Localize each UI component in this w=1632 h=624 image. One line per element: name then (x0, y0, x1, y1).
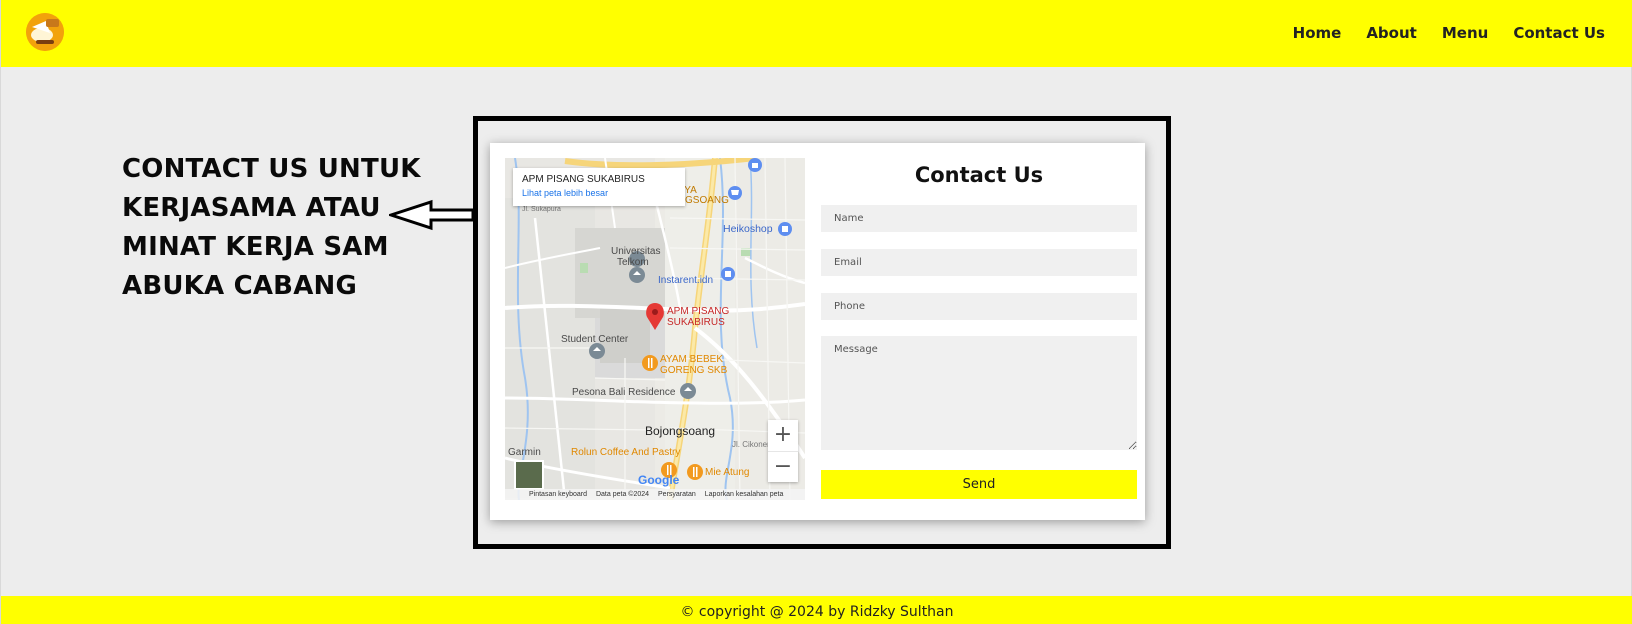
map-place-title: APM PISANG SUKABIRUS (522, 174, 645, 185)
embedded-map[interactable]: YOGYA GSOANG Heikoshop Universitas Telko… (505, 158, 805, 500)
left-arrow-icon (389, 199, 475, 231)
terms-link[interactable]: Persyaratan (658, 489, 696, 500)
navbar: Home About Menu Contact Us (1, 0, 1632, 67)
map-label: APM PISANG (667, 306, 730, 317)
side-text: CONTACT US UNTUK KERJASAMA ATAU MINAT KE… (122, 150, 422, 306)
map-label: GSOANG (685, 195, 729, 206)
name-field[interactable] (821, 205, 1137, 232)
form-title: Contact Us (914, 163, 1044, 187)
poi-shopping-icon (748, 158, 762, 172)
map-label: Heikoshop (723, 223, 773, 235)
nav-links: Home About Menu Contact Us (1293, 24, 1605, 42)
map-label: Mie Atung (705, 467, 750, 478)
map-label: Garmin (508, 447, 541, 458)
copyright-text: © copyright @ 2024 by Ridzky Sulthan (680, 604, 954, 620)
view-larger-map-link[interactable]: Lihat peta lebih besar (522, 188, 676, 198)
map-label: Bojongsoang (645, 424, 716, 438)
satellite-toggle[interactable] (514, 460, 544, 490)
zoom-out-button[interactable]: − (768, 451, 798, 482)
map-data-text: Data peta ©2024 (595, 491, 650, 498)
send-button[interactable]: Send (821, 470, 1137, 499)
report-error-link[interactable]: Laporkan kesalahan peta (705, 489, 784, 500)
nav-menu[interactable]: Menu (1442, 24, 1488, 42)
google-logo: Google (638, 473, 680, 487)
keyboard-shortcuts-link[interactable]: Pintasan keyboard (529, 489, 587, 500)
email-field[interactable] (821, 249, 1137, 276)
phone-field[interactable] (821, 293, 1137, 320)
poi-student-center-icon (589, 343, 605, 359)
poi-cart-icon (728, 186, 742, 200)
map-footer: Pintasan keyboard Data peta ©2024 Persya… (505, 489, 805, 500)
footer: © copyright @ 2024 by Ridzky Sulthan (1, 596, 1632, 624)
zoom-in-button[interactable]: + (768, 420, 798, 451)
message-field[interactable] (821, 336, 1137, 450)
map-label: Instarent.idn (658, 275, 714, 286)
map-label: Pesona Bali Residence (572, 387, 676, 398)
nav-contact-us[interactable]: Contact Us (1513, 24, 1605, 42)
side-text-line: MINAT KERJA SAM (122, 232, 389, 262)
map-label: SUKABIRUS (667, 317, 725, 328)
poi-heikoshop-icon (778, 222, 792, 236)
poi-residence-icon (680, 383, 696, 399)
nav-home[interactable]: Home (1293, 24, 1342, 42)
map-label: GORENG SKB (660, 365, 728, 376)
poi-mie-icon (687, 464, 703, 480)
poi-restaurant-icon (642, 355, 658, 371)
logo[interactable] (26, 13, 64, 51)
map-label: Student Center (561, 334, 629, 345)
side-text-line: ABUKA CABANG (122, 271, 358, 301)
side-text-line: KERJASAMA ATAU (122, 193, 381, 223)
map-label: Jl. Sukapura (522, 206, 561, 213)
map-label: AYAM BEBEK (660, 354, 723, 365)
poi-instarent-icon (721, 267, 735, 281)
map-info-box: APM PISANG SUKABIRUS Lihat peta lebih be… (513, 168, 685, 206)
map-label: Universitas (611, 246, 661, 257)
nav-about[interactable]: About (1366, 24, 1417, 42)
zoom-control: + − (768, 420, 798, 482)
side-text-line: CONTACT US UNTUK (122, 154, 421, 184)
map-label: Telkom (617, 257, 649, 268)
map-label: Rolun Coffee And Pastry (571, 447, 681, 458)
